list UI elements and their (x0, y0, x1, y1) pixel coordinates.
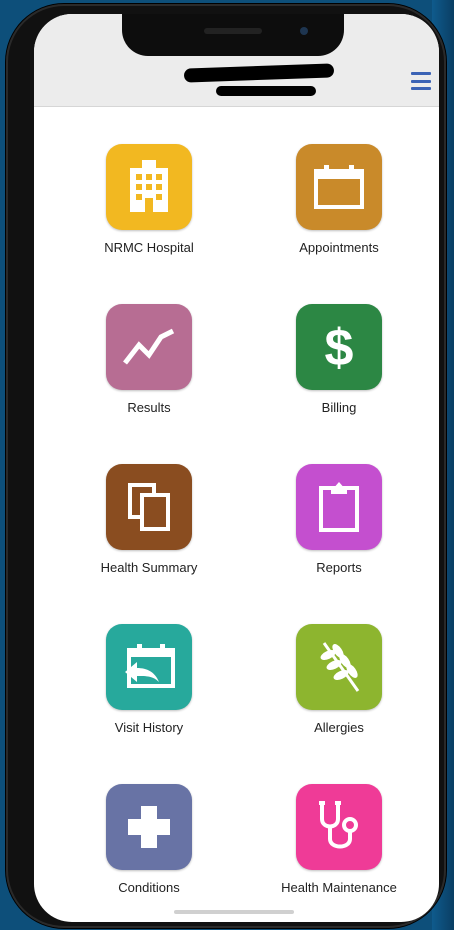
tile-reports[interactable]: Reports (254, 464, 424, 575)
hamburger-menu-icon[interactable] (411, 72, 431, 90)
trend-line-icon (106, 304, 192, 390)
tile-label: Health Maintenance (281, 880, 397, 895)
tile-allergies[interactable]: Allergies (254, 624, 424, 735)
tile-results[interactable]: Results (64, 304, 234, 415)
medical-cross-icon (106, 784, 192, 870)
menu-line (411, 72, 431, 75)
hospital-building-icon (106, 144, 192, 230)
tile-label: Health Summary (100, 560, 198, 575)
tile-conditions[interactable]: Conditions (64, 784, 234, 895)
speaker-grille (204, 28, 262, 34)
menu-line (411, 79, 431, 83)
tile-health-summary[interactable]: Health Summary (64, 464, 234, 575)
stethoscope-icon (296, 784, 382, 870)
tile-label: Visit History (114, 720, 184, 735)
wheat-icon (296, 624, 382, 710)
tile-label: Reports (316, 560, 362, 575)
tile-appointments[interactable]: Appointments (254, 144, 424, 255)
dollar-icon: $ (296, 304, 382, 390)
app-screen: Health Portal (34, 14, 439, 922)
tile-label: Allergies (314, 720, 364, 735)
clipboard-icon (296, 464, 382, 550)
tile-health-maintenance[interactable]: Health Maintenance (254, 784, 424, 895)
tile-nrmc-hospital[interactable]: NRMC Hospital (64, 144, 234, 255)
app-header: Health Portal (34, 14, 439, 107)
tile-billing[interactable]: $ Billing (254, 304, 424, 415)
svg-text:$: $ (325, 319, 354, 377)
front-camera (300, 27, 308, 35)
tile-label: Conditions (118, 880, 180, 895)
documents-icon (106, 464, 192, 550)
tile-label: Results (127, 400, 171, 415)
tile-label: Billing (321, 400, 357, 415)
tile-label: Appointments (299, 240, 379, 255)
phone-frame: Health Portal (6, 4, 446, 928)
redaction-mark (216, 86, 316, 96)
calendar-back-arrow-icon (106, 624, 192, 710)
phone-notch (122, 14, 344, 56)
tile-visit-history[interactable]: Visit History (64, 624, 234, 735)
home-indicator[interactable] (174, 910, 294, 914)
calendar-icon (296, 144, 382, 230)
menu-line (411, 87, 431, 90)
tile-label: NRMC Hospital (104, 240, 194, 255)
